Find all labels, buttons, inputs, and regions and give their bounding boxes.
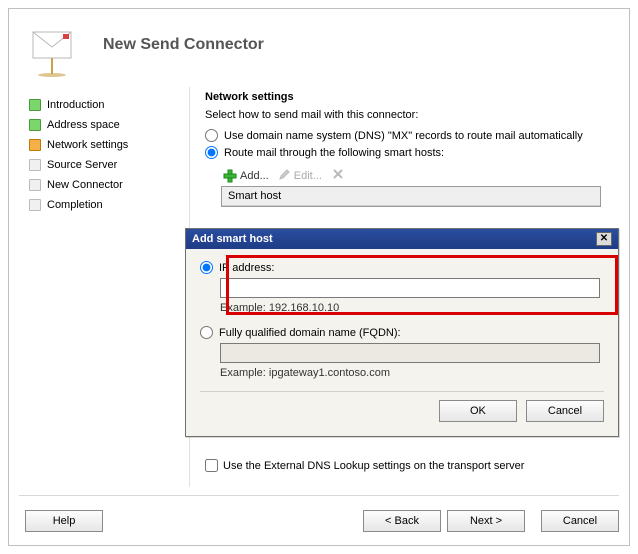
nav-label: Introduction	[47, 99, 104, 111]
grid-header: Smart host	[222, 187, 600, 206]
radio-dns-label: Use domain name system (DNS) "MX" record…	[224, 130, 583, 142]
close-icon[interactable]: ✕	[596, 232, 612, 246]
nav-label: New Connector	[47, 179, 123, 191]
wizard-nav: Introduction Address space Network setti…	[29, 95, 179, 215]
edit-button: Edit...	[277, 167, 324, 184]
nav-network-settings[interactable]: Network settings	[29, 135, 179, 155]
radio-smart-host[interactable]: Route mail through the following smart h…	[205, 144, 615, 161]
add-smart-host-dialog: Add smart host ✕ IP address: Example: 19…	[185, 228, 619, 437]
delete-button	[330, 167, 346, 184]
nav-label: Completion	[47, 199, 103, 211]
pencil-icon	[279, 168, 291, 183]
radio-use-dns[interactable]: Use domain name system (DNS) "MX" record…	[205, 127, 615, 144]
add-label: Add...	[240, 170, 269, 182]
external-dns-checkbox-row[interactable]: Use the External DNS Lookup settings on …	[205, 459, 524, 472]
radio-dns-input[interactable]	[205, 129, 218, 142]
nav-completion[interactable]: Completion	[29, 195, 179, 215]
plus-icon	[223, 169, 237, 183]
envelope-icon	[29, 28, 73, 62]
section-title: Network settings	[205, 91, 615, 103]
fqdn-example: Example: ipgateway1.contoso.com	[220, 367, 604, 379]
external-dns-label: Use the External DNS Lookup settings on …	[223, 460, 524, 472]
radio-ip-label: IP address:	[219, 262, 274, 274]
edit-label: Edit...	[294, 170, 322, 182]
modal-title: Add smart host	[192, 233, 273, 245]
radio-fqdn[interactable]: Fully qualified domain name (FQDN):	[200, 326, 604, 339]
x-icon	[332, 168, 344, 183]
nav-new-connector[interactable]: New Connector	[29, 175, 179, 195]
help-button[interactable]: Help	[25, 510, 103, 532]
add-button[interactable]: Add...	[221, 168, 271, 184]
nav-label: Network settings	[47, 139, 128, 151]
smart-host-grid[interactable]: Smart host	[221, 186, 601, 207]
radio-fqdn-label: Fully qualified domain name (FQDN):	[219, 327, 401, 339]
radio-ip-input[interactable]	[200, 261, 213, 274]
page-title: New Send Connector	[103, 36, 264, 54]
section-hint: Select how to send mail with this connec…	[205, 109, 615, 121]
radio-ip[interactable]: IP address:	[200, 261, 604, 274]
radio-smart-input[interactable]	[205, 146, 218, 159]
ip-example: Example: 192.168.10.10	[220, 302, 604, 314]
ip-address-input[interactable]	[220, 278, 600, 298]
radio-smart-label: Route mail through the following smart h…	[224, 147, 444, 159]
nav-label: Address space	[47, 119, 120, 131]
radio-fqdn-input[interactable]	[200, 326, 213, 339]
wizard-cancel-button[interactable]: Cancel	[541, 510, 619, 532]
nav-label: Source Server	[47, 159, 117, 171]
cancel-button[interactable]: Cancel	[526, 400, 604, 422]
nav-address-space[interactable]: Address space	[29, 115, 179, 135]
next-button[interactable]: Next >	[447, 510, 525, 532]
nav-introduction[interactable]: Introduction	[29, 95, 179, 115]
ok-button[interactable]: OK	[439, 400, 517, 422]
external-dns-checkbox[interactable]	[205, 459, 218, 472]
fqdn-input	[220, 343, 600, 363]
nav-source-server[interactable]: Source Server	[29, 155, 179, 175]
back-button[interactable]: < Back	[363, 510, 441, 532]
